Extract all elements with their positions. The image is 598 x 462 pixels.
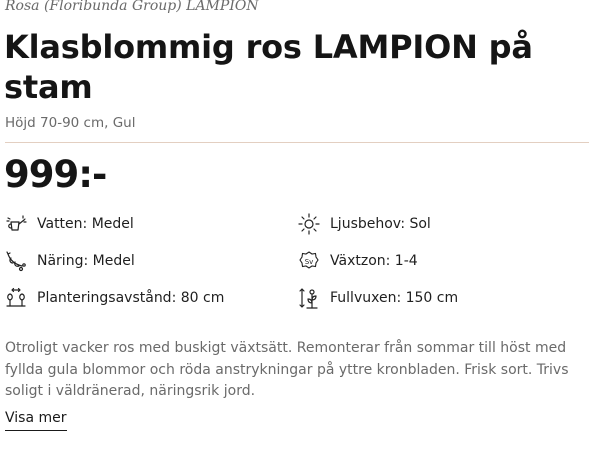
- attribute-zone-label: Växtzon: 1-4: [330, 253, 418, 269]
- show-more-link[interactable]: Visa mer: [5, 409, 67, 431]
- attribute-nutrition: Näring: Medel: [5, 244, 135, 278]
- sun-icon: [298, 213, 320, 235]
- product-price: 999:-: [4, 153, 107, 196]
- fertilizer-icon: [5, 250, 27, 272]
- divider: [5, 142, 589, 143]
- attribute-planting-distance-label: Planteringsavstånd: 80 cm: [37, 290, 225, 306]
- product-subtitle: Höjd 70-90 cm, Gul: [5, 115, 136, 131]
- attribute-zone: Sv Växtzon: 1-4: [298, 244, 418, 278]
- attribute-light: Ljusbehov: Sol: [298, 207, 431, 241]
- height-icon: [298, 287, 320, 309]
- attribute-water: Vatten: Medel: [5, 207, 134, 241]
- zone-badge-text: Sv: [305, 258, 314, 266]
- attribute-water-label: Vatten: Medel: [37, 216, 134, 232]
- product-title: Klasblommig ros LAMPION på stam: [4, 28, 533, 106]
- watering-can-icon: [5, 213, 27, 235]
- attribute-height: Fullvuxen: 150 cm: [298, 281, 458, 315]
- zone-badge-icon: Sv: [298, 250, 320, 272]
- attribute-planting-distance: Planteringsavstånd: 80 cm: [5, 281, 224, 315]
- latin-name: Rosa (Floribunda Group) LAMPION: [5, 0, 259, 14]
- planting-distance-icon: [5, 287, 27, 309]
- attribute-nutrition-label: Näring: Medel: [37, 253, 135, 269]
- attribute-list: Vatten: Medel Ljusbehov: Sol Näring: Med…: [5, 207, 595, 318]
- attribute-height-label: Fullvuxen: 150 cm: [330, 290, 459, 306]
- product-description: Otroligt vacker ros med buskigt växtsätt…: [5, 340, 569, 399]
- attribute-light-label: Ljusbehov: Sol: [330, 216, 431, 232]
